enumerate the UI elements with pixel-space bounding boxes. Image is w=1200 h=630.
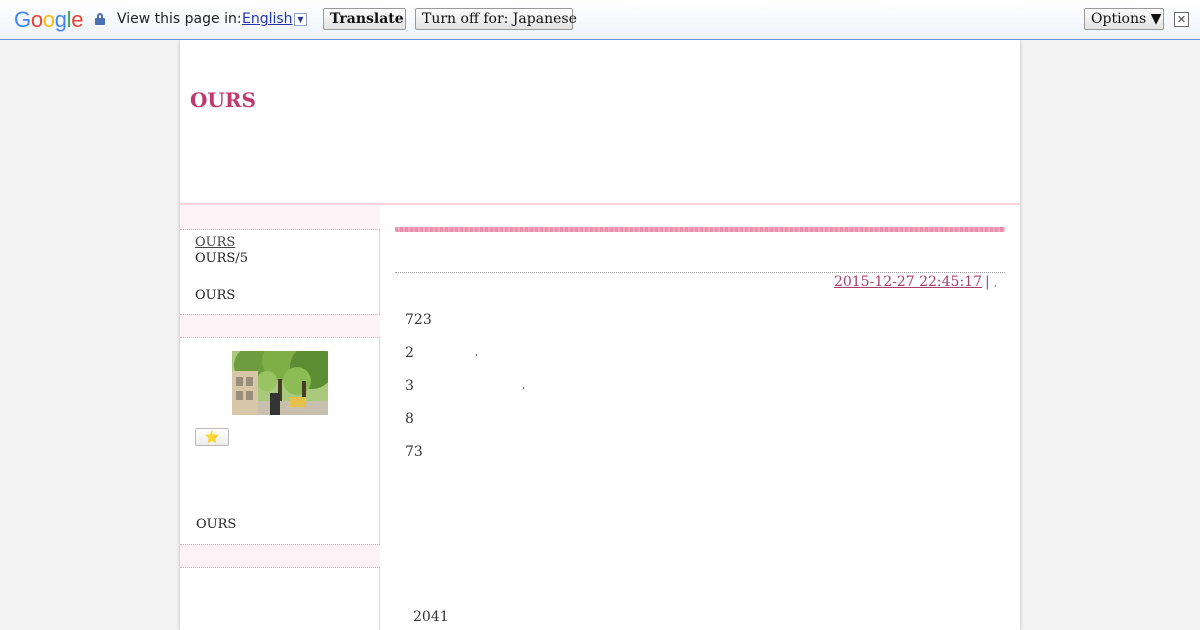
main-content: 2015-12-27 22:45:17 | , 723 2, 3, 8 73 2… [381,206,1020,630]
chevron-down-icon[interactable]: ▼ [294,13,307,26]
divider [180,314,380,315]
sidebar: OURS OURS/5 OURS ⭐ OURS [180,206,380,630]
decorative-rule [395,227,1005,232]
lock-icon [95,13,105,25]
translate-button[interactable]: Translate [323,8,406,30]
post-line: 73 [405,444,423,460]
profile-photo[interactable] [232,351,328,415]
page-container: OURS OURS OURS/5 OURS ⭐ OURS 2015-12-27 … [180,40,1020,630]
post-line: 2, [405,345,478,361]
sidebar-link-ours[interactable]: OURS [195,235,235,250]
language-select[interactable]: English [242,11,293,27]
separator-comma: , [994,279,997,289]
sidebar-item-ours-5: OURS/5 [195,251,248,266]
post-comma: , [475,347,479,358]
divider [180,544,380,545]
sidebar-section-header [180,206,380,230]
post-line-text: 3 [405,378,414,394]
site-header: OURS [180,40,1020,205]
divider [395,272,1005,273]
sidebar-section-header [180,544,380,568]
google-logo: Google [14,7,83,33]
sidebar-section-header [180,314,380,338]
post-line: 8 [405,411,414,427]
post-line: 3, [405,378,525,394]
star-button[interactable]: ⭐ [195,428,229,446]
sidebar-item-ours: OURS [195,288,236,303]
close-icon[interactable]: ✕ [1174,12,1189,27]
post-footer-number: 2041 [413,609,449,625]
translate-bar: Google View this page in: English ▼ Tran… [0,0,1200,40]
logo-letter: g [54,7,67,32]
logo-letter: e [71,7,84,32]
logo-letter: o [42,7,55,32]
post-meta-separator: | , [985,274,997,290]
sidebar-footer-item: OURS [196,517,237,532]
post-date-link[interactable]: 2015-12-27 22:45:17 [834,274,982,290]
post-line: 723 [405,312,432,328]
post-line-text: 2 [405,345,414,361]
view-page-in-label: View this page in: [117,11,242,27]
site-title[interactable]: OURS [190,88,256,112]
turn-off-button[interactable]: Turn off for: Japanese [415,8,577,30]
options-button[interactable]: Options ▼ [1084,8,1164,30]
post-comma: , [522,380,526,391]
separator-bar: | [984,274,990,290]
logo-letter: G [14,7,31,32]
logo-letter: o [30,7,43,32]
